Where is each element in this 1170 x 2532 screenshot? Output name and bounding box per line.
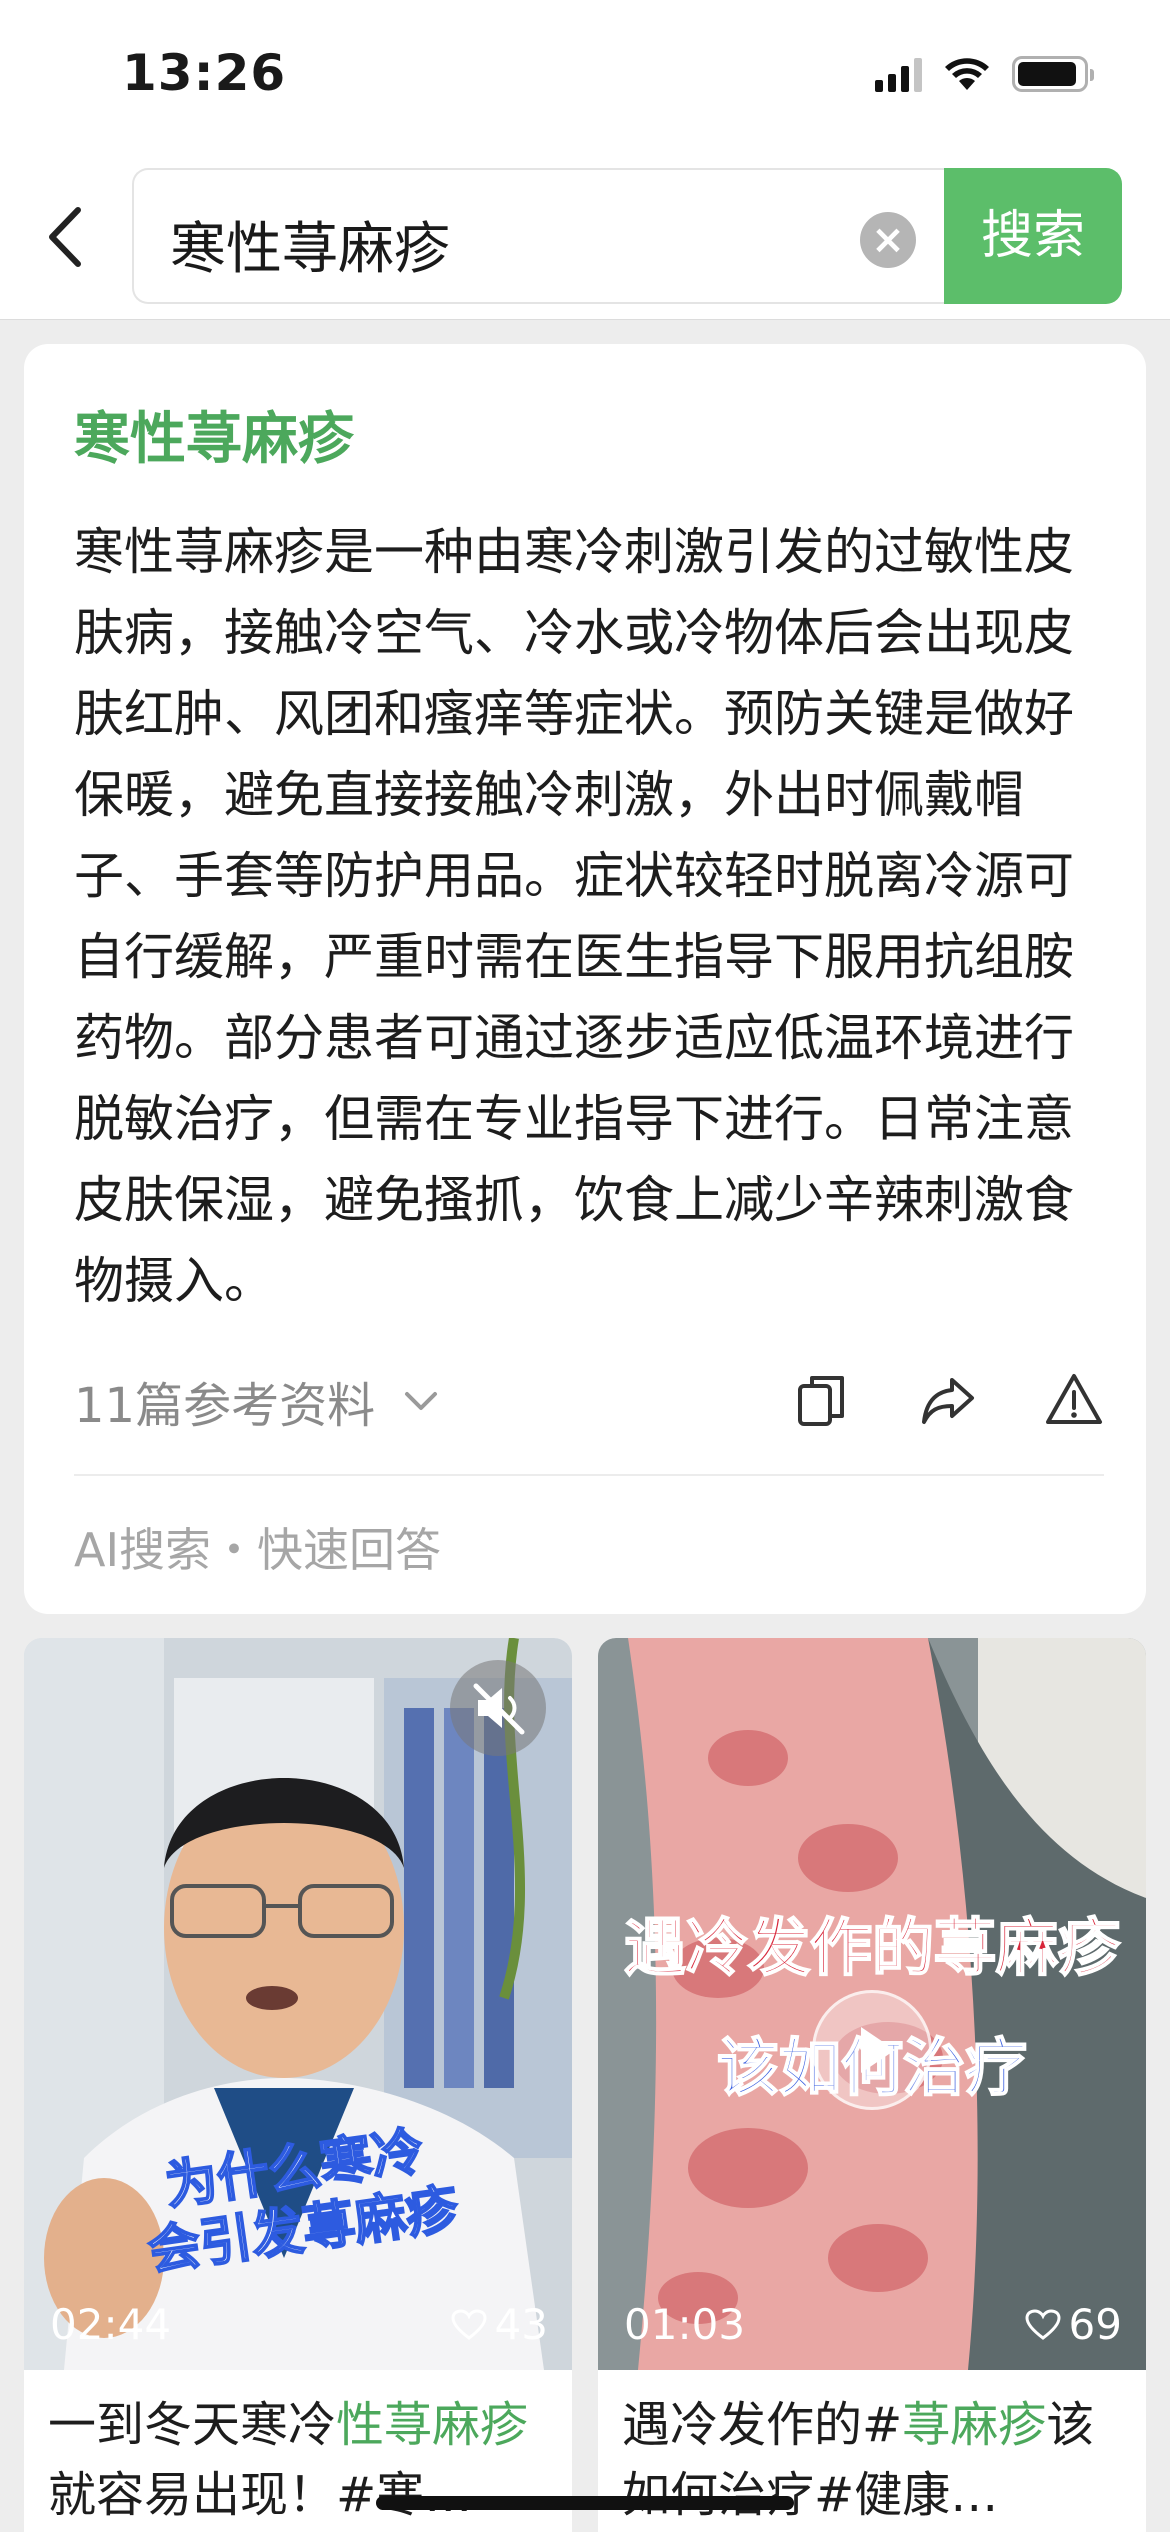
divider [74, 1474, 1104, 1476]
references-toggle[interactable]: 11篇参考资料 [74, 1366, 441, 1436]
caption-highlight: 荨麻疹 [902, 2397, 1047, 2453]
video-likes: 69 [1025, 2300, 1122, 2349]
caption-text: 就容易出现！#寒… [48, 2467, 473, 2523]
caption-text: 一到冬天寒冷 [48, 2397, 337, 2453]
likes-count: 43 [494, 2300, 548, 2349]
back-arrow-icon[interactable] [38, 202, 98, 272]
video-card[interactable]: 为什么寒冷 会引发荨麻疹 02:44 43 一到冬天寒冷性荨麻疹就容易出现！#寒… [24, 1638, 572, 2532]
wifi-icon [945, 58, 989, 90]
play-button[interactable] [812, 1990, 932, 2110]
status-time: 13:26 [122, 44, 287, 102]
play-icon [861, 2027, 895, 2073]
home-indicator [376, 2496, 794, 2510]
mute-button[interactable] [450, 1660, 546, 1756]
search-query[interactable]: 寒性荨麻疹 [170, 204, 450, 285]
status-icons [875, 56, 1094, 92]
video-likes: 43 [451, 2300, 548, 2349]
search-button[interactable]: 搜索 [944, 168, 1122, 304]
ai-source-label: AI搜索・快速回答 [74, 1523, 442, 1577]
warning-icon[interactable] [1044, 1370, 1104, 1430]
status-bar: 13:26 [0, 0, 1170, 150]
copy-icon[interactable] [792, 1370, 852, 1430]
caption-highlight: 性荨麻疹 [336, 2397, 529, 2453]
heart-icon [1025, 2308, 1061, 2340]
battery-icon [1012, 56, 1094, 92]
heart-icon [451, 2308, 487, 2340]
search-header: 寒性荨麻疹 × 搜索 [0, 150, 1170, 320]
answer-footer: 11篇参考资料 [74, 1348, 1104, 1438]
clear-icon[interactable]: × [860, 212, 916, 268]
video-card[interactable]: 遇冷发作的荨麻疹 该如何治疗 01:03 69 遇冷发作的#荨麻疹该如何治疗#健… [598, 1638, 1146, 2532]
answer-body: 寒性荨麻疹是一种由寒冷刺激引发的过敏性皮肤病，接触冷空气、冷水或冷物体后会出现皮… [74, 523, 1074, 1310]
likes-count: 69 [1068, 2300, 1122, 2349]
muted-speaker-icon [473, 1683, 525, 1735]
video-duration: 02:44 [50, 2300, 172, 2349]
search-input[interactable]: 寒性荨麻疹 × [132, 168, 944, 304]
cellular-signal-icon [875, 56, 922, 92]
ai-answer-card: 寒性荨麻疹 寒性荨麻疹是一种由寒冷刺激引发的过敏性皮肤病，接触冷空气、冷水或冷物… [24, 344, 1146, 1614]
caption-text: 遇冷发作的# [622, 2397, 903, 2453]
video-duration: 01:03 [624, 2300, 746, 2349]
chevron-down-icon [405, 1392, 438, 1410]
answer-actions [792, 1370, 1104, 1430]
video-thumbnail[interactable]: 遇冷发作的荨麻疹 该如何治疗 01:03 69 [598, 1638, 1146, 2370]
references-label: 11篇参考资料 [74, 1378, 376, 1434]
video-thumbnail[interactable]: 为什么寒冷 会引发荨麻疹 02:44 43 [24, 1638, 572, 2370]
share-icon[interactable] [918, 1370, 978, 1430]
answer-title[interactable]: 寒性荨麻疹 [74, 394, 354, 475]
